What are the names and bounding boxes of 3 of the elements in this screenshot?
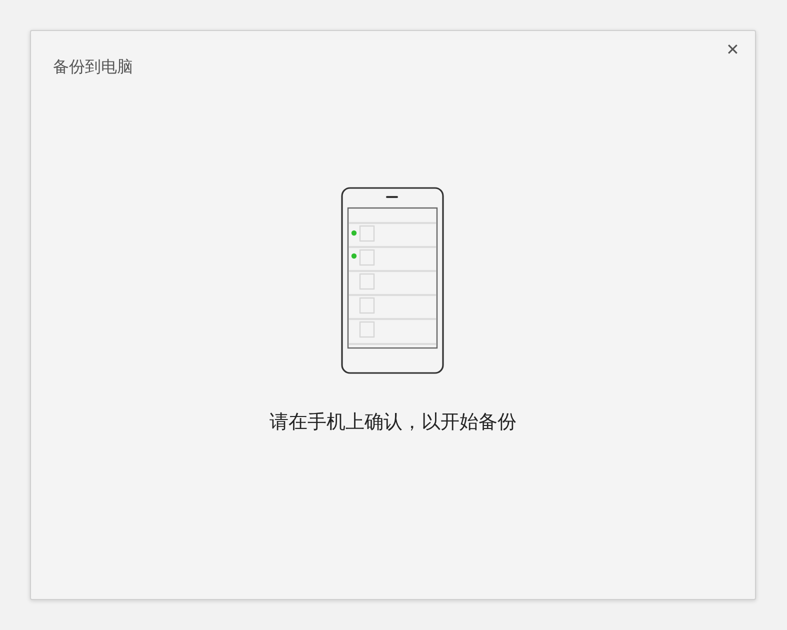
confirm-message: 请在手机上确认，以开始备份: [270, 410, 516, 435]
dialog-title: 备份到电脑: [53, 57, 133, 78]
close-button[interactable]: ✕: [724, 43, 741, 59]
